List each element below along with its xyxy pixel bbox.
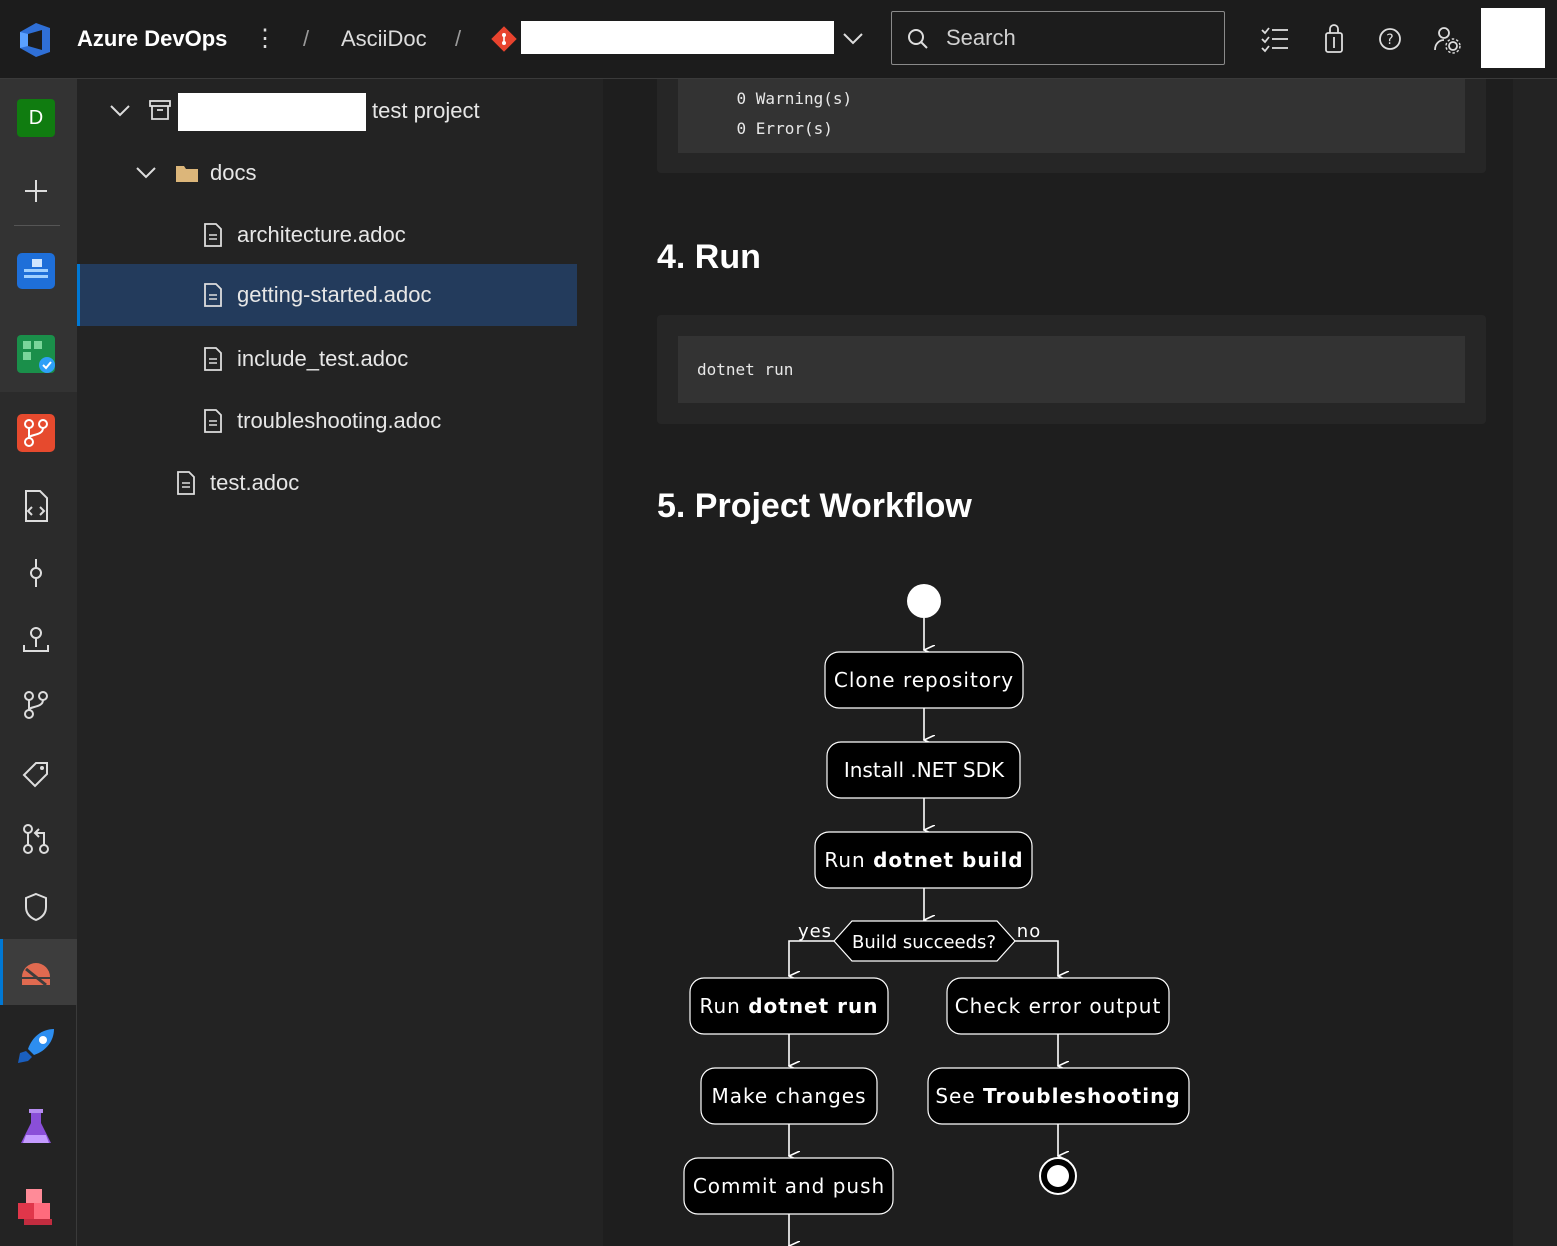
advanced-security-shield-icon[interactable]: [14, 885, 58, 929]
breadcrumb-project[interactable]: AsciiDoc: [341, 26, 427, 52]
marketplace-bag-icon[interactable]: [1317, 22, 1351, 56]
step-label-build: Run dotnet build: [824, 848, 1023, 872]
step-label-command: dotnet run: [748, 994, 878, 1018]
tags-icon[interactable]: [14, 753, 58, 797]
boards-icon[interactable]: [14, 332, 58, 376]
tree-item-label: troubleshooting.adoc: [237, 408, 442, 433]
repository-name-redacted[interactable]: [521, 21, 834, 54]
overview-icon[interactable]: [14, 249, 58, 293]
git-repo-icon: [491, 26, 517, 52]
branch-label-no: no: [1017, 921, 1041, 942]
wiki-icon[interactable]: [14, 951, 58, 995]
artifacts-icon[interactable]: [14, 1185, 58, 1229]
help-icon[interactable]: ?: [1373, 22, 1407, 56]
tree-item-label: architecture.adoc: [237, 222, 406, 247]
tree-item-label: test.adoc: [210, 470, 300, 495]
left-navigation-rail: D: [0, 79, 77, 1246]
user-settings-icon[interactable]: [1429, 22, 1463, 56]
step-label: Install .NET SDK: [844, 758, 1005, 782]
step-label-see: See Troubleshooting: [935, 1084, 1180, 1108]
search-input[interactable]: [946, 24, 1206, 52]
tree-item-file[interactable]: architecture.adoc: [77, 204, 577, 266]
breadcrumb-separator: /: [303, 26, 310, 51]
search-box[interactable]: [891, 11, 1225, 65]
brand-title[interactable]: Azure DevOps: [77, 26, 227, 52]
pull-requests-icon[interactable]: [14, 817, 58, 861]
tree-item-file[interactable]: troubleshooting.adoc: [77, 390, 577, 452]
pipelines-icon[interactable]: [14, 1025, 58, 1069]
flow-arrow-no: [1015, 940, 1058, 976]
step-label-prefix: Run: [824, 848, 873, 872]
branches-icon[interactable]: [14, 683, 58, 727]
wiki-tree-panel: test project docs architecture.adoc gett…: [77, 79, 603, 1246]
tree-item-file-selected[interactable]: getting-started.adoc: [77, 264, 577, 326]
document-icon: [204, 409, 222, 433]
tree-item-label: docs: [210, 160, 257, 185]
step-label-prefix: See: [935, 1084, 983, 1108]
step-label: Make changes: [711, 1084, 866, 1108]
branch-label-yes: yes: [798, 921, 832, 942]
flow-arrow-yes: [789, 940, 834, 976]
step-label-target: Troubleshooting: [983, 1084, 1181, 1108]
document-icon: [177, 471, 195, 495]
test-plans-icon[interactable]: [14, 1105, 58, 1149]
chevron-down-icon[interactable]: [108, 100, 132, 122]
work-items-list-icon[interactable]: [1258, 22, 1292, 56]
more-options-icon[interactable]: ⋮: [250, 22, 280, 58]
tree-item-docs-folder[interactable]: docs: [77, 142, 577, 204]
files-icon[interactable]: [14, 485, 58, 529]
user-avatar-redacted[interactable]: [1481, 8, 1545, 68]
document-icon: [204, 223, 222, 247]
document-icon: [204, 283, 222, 307]
rail-divider: [14, 225, 60, 226]
svg-text:?: ?: [1386, 32, 1393, 48]
step-label-run: Run dotnet run: [699, 994, 878, 1018]
tree-item-label: include_test.adoc: [237, 346, 409, 371]
chevron-down-icon[interactable]: [838, 26, 868, 52]
search-icon: [908, 29, 928, 49]
step-label: Commit and push: [693, 1174, 885, 1198]
decision-label: Build succeeds?: [852, 932, 996, 953]
step-label: Check error output: [955, 994, 1162, 1018]
tree-item-project[interactable]: test project: [77, 80, 577, 142]
tree-item-file[interactable]: test.adoc: [77, 452, 577, 514]
start-node: [907, 584, 941, 618]
step-label: Clone repository: [834, 668, 1014, 692]
step-label-prefix: Run: [699, 994, 748, 1018]
workflow-activity-diagram: Clone repository Install .NET SDK Run do…: [683, 584, 1190, 1246]
end-node-center: [1047, 1165, 1069, 1187]
breadcrumb-separator: /: [455, 26, 462, 51]
right-gutter: [1513, 79, 1557, 1246]
pushes-icon[interactable]: [14, 617, 58, 661]
add-icon[interactable]: [14, 169, 58, 213]
wiki-page-content: 0 Warning(s) 0 Error(s) 4. Run dotnet ru…: [603, 79, 1513, 1246]
step-label-command: dotnet build: [873, 848, 1024, 872]
folder-icon: [176, 166, 198, 182]
azure-devops-logo-icon[interactable]: [14, 18, 58, 62]
document-icon: [204, 347, 222, 371]
tree-item-label: getting-started.adoc: [237, 282, 432, 307]
project-name-redacted: [178, 93, 366, 131]
archive-box-icon: [149, 100, 171, 120]
chevron-down-icon[interactable]: [134, 162, 158, 184]
repos-icon[interactable]: [14, 411, 58, 455]
commits-icon[interactable]: [14, 551, 58, 595]
organization-badge[interactable]: D: [17, 99, 55, 137]
tree-item-file[interactable]: include_test.adoc: [77, 328, 577, 390]
top-bar: Azure DevOps ⋮ / AsciiDoc / ?: [0, 0, 1557, 79]
tree-item-label: test project: [372, 98, 480, 123]
